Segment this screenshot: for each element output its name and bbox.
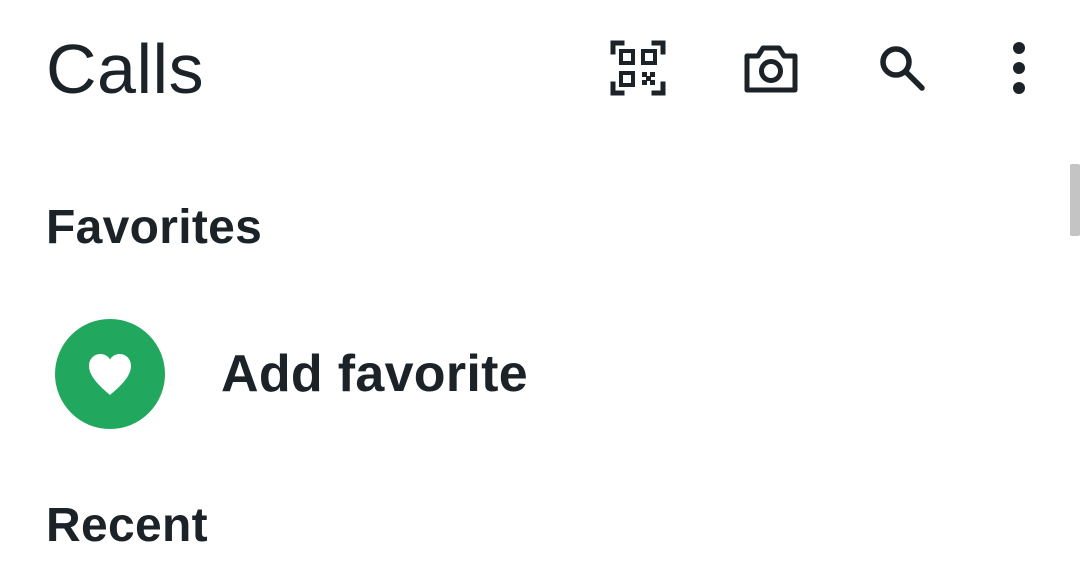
search-button[interactable] [870, 36, 934, 100]
add-favorite-label: Add favorite [221, 345, 528, 403]
page-title: Calls [46, 30, 205, 108]
recent-heading: Recent [46, 499, 208, 552]
calls-screen: Calls Favorites Add favorite Recent [0, 0, 1080, 584]
qr-code-icon [610, 40, 666, 96]
search-icon [880, 46, 925, 91]
add-favorite-avatar [55, 319, 165, 429]
more-options-button[interactable] [987, 36, 1051, 100]
scrollbar-thumb[interactable] [1070, 164, 1080, 236]
camera-icon [744, 45, 798, 93]
camera-button[interactable] [739, 36, 803, 100]
favorites-heading: Favorites [46, 201, 263, 254]
more-vertical-icon [1013, 42, 1025, 94]
qr-scanner-button[interactable] [606, 36, 670, 100]
add-favorite-row[interactable]: Add favorite [55, 318, 528, 430]
heart-icon [89, 354, 131, 395]
